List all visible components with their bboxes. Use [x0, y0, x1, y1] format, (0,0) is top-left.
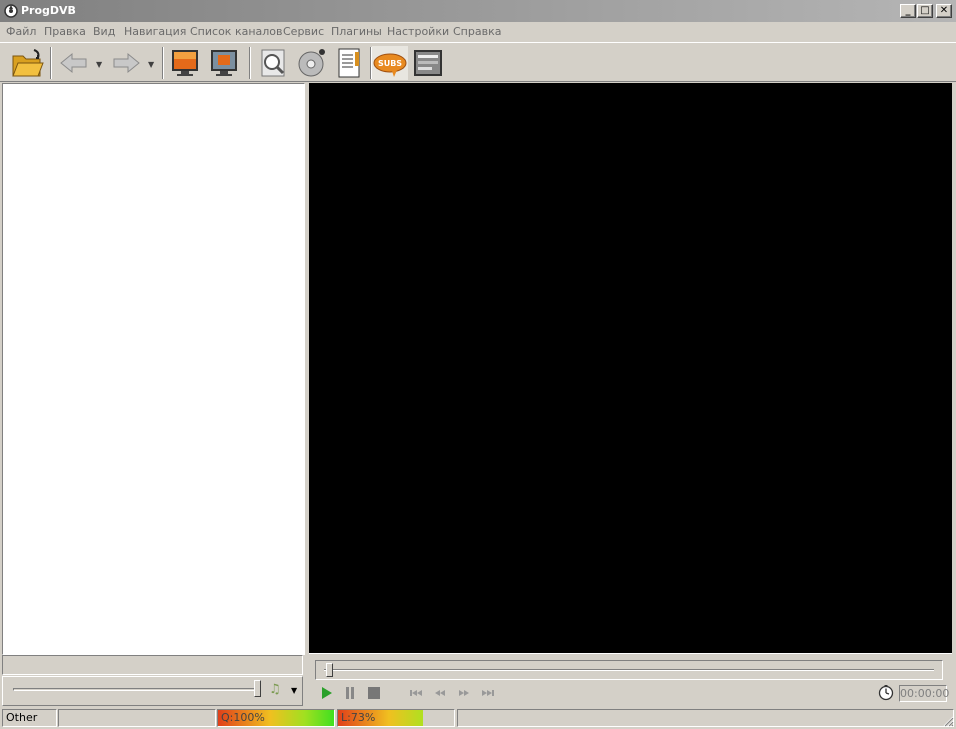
forward-arrow-icon[interactable] [108, 46, 142, 80]
forward-history-dropdown[interactable]: ▼ [148, 60, 154, 69]
toolbar: ▼ ▼ SUBS [0, 42, 956, 82]
teletext-icon[interactable] [411, 46, 445, 80]
maximize-button[interactable]: □ [917, 4, 933, 18]
monitor-fullscreen-icon[interactable] [168, 46, 202, 80]
title-bar: ProgDVB _ □ ✕ [0, 0, 956, 22]
skip-forward-icon[interactable] [481, 685, 495, 701]
app-logo-icon [4, 4, 18, 18]
audio-track-icon[interactable]: ♫ [269, 682, 287, 698]
toolbar-separator [50, 47, 52, 79]
notepad-icon[interactable] [333, 46, 367, 80]
volume-slider-track[interactable] [13, 688, 259, 691]
back-arrow-icon[interactable] [58, 46, 92, 80]
playback-time: 00:00:00 [899, 685, 950, 702]
status-info-cell [457, 709, 954, 727]
subtitles-icon[interactable]: SUBS [372, 46, 408, 80]
minimize-button[interactable]: _ [900, 4, 916, 18]
skip-back-icon[interactable] [409, 685, 423, 701]
menu-navigation[interactable]: Навигация [124, 25, 186, 38]
video-display[interactable] [309, 83, 952, 653]
stop-icon[interactable] [367, 685, 381, 701]
toolbar-separator [249, 47, 251, 79]
seek-bar[interactable] [315, 660, 943, 680]
play-icon[interactable] [321, 685, 333, 701]
monitor-window-icon[interactable] [207, 46, 241, 80]
channel-list-panel[interactable] [2, 83, 305, 655]
signal-quality-label: Q:100% [221, 711, 265, 724]
menu-channel-list[interactable]: Список каналов [190, 25, 283, 38]
back-history-dropdown[interactable]: ▼ [96, 60, 102, 69]
channel-type-status: Other [2, 709, 57, 727]
clock-icon[interactable] [878, 685, 894, 701]
transport-controls: 00:00:00 [309, 653, 952, 707]
volume-slider-thumb[interactable] [254, 680, 261, 697]
seek-thumb[interactable] [326, 663, 333, 677]
resize-grip-icon[interactable] [942, 715, 954, 727]
window-title: ProgDVB [21, 4, 76, 17]
fast-forward-icon[interactable] [457, 685, 471, 701]
signal-level-label: L:73% [341, 711, 376, 724]
open-folder-icon[interactable] [10, 46, 44, 80]
status-empty-cell [58, 709, 216, 727]
menu-settings[interactable]: Настройки [387, 25, 449, 38]
menu-bar: Файл Правка Вид Навигация Список каналов… [0, 22, 956, 42]
rewind-icon[interactable] [433, 685, 447, 701]
signal-quality-meter: Q:100% [217, 709, 335, 727]
status-bar: Other Q:100% L:73% [0, 707, 956, 729]
toolbar-separator [162, 47, 164, 79]
audio-track-dropdown[interactable]: ▼ [291, 686, 297, 695]
menu-help[interactable]: Справка [453, 25, 501, 38]
pause-icon[interactable] [344, 685, 356, 701]
search-scan-icon[interactable] [256, 46, 290, 80]
seek-track [324, 669, 934, 671]
menu-edit[interactable]: Правка [44, 25, 86, 38]
subs-label: SUBS [378, 59, 402, 68]
menu-view[interactable]: Вид [93, 25, 115, 38]
record-disc-icon[interactable] [295, 46, 329, 80]
signal-level-meter: L:73% [337, 709, 455, 727]
menu-file[interactable]: Файл [6, 25, 36, 38]
volume-area: ♫ ▼ [2, 676, 303, 706]
channel-info-bar [2, 655, 303, 675]
menu-service[interactable]: Сервис [283, 25, 324, 38]
menu-plugins[interactable]: Плагины [331, 25, 382, 38]
close-button[interactable]: ✕ [936, 4, 952, 18]
